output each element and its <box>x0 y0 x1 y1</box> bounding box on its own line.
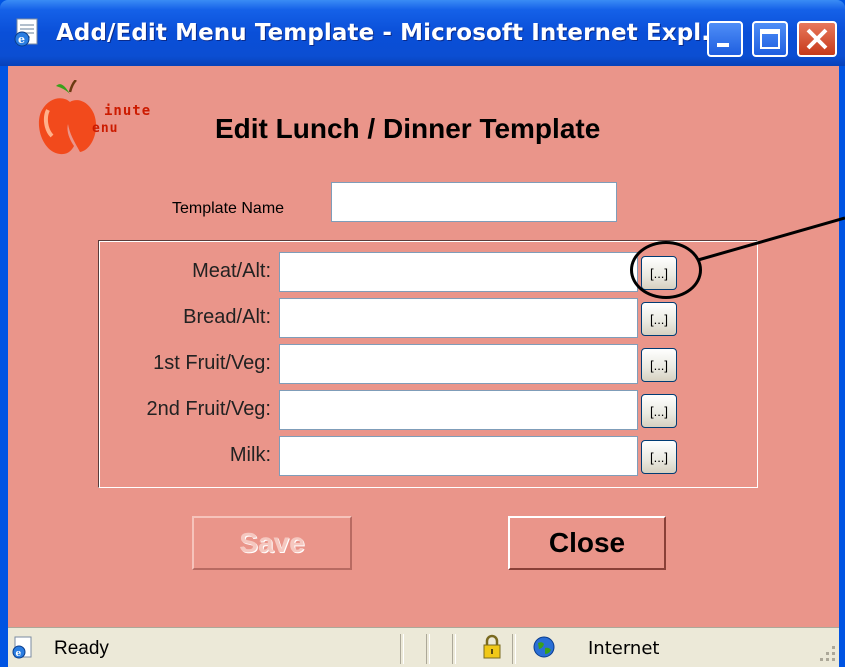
svg-text:e: e <box>16 649 22 659</box>
status-separator <box>512 634 516 664</box>
callout-pointer-line <box>697 216 845 262</box>
status-separator <box>426 634 430 664</box>
lock-icon <box>483 634 501 659</box>
resize-grip-icon[interactable] <box>816 642 838 664</box>
status-separator <box>400 634 404 664</box>
status-bar: e Ready Internet <box>8 627 839 667</box>
status-text: Ready <box>54 638 109 659</box>
browser-window: e Add/Edit Menu Template - Microsoft Int… <box>0 0 845 667</box>
internet-zone-icon <box>533 636 555 658</box>
security-zone-text: Internet <box>588 638 660 659</box>
page-status-icon: e <box>12 636 32 659</box>
status-separator <box>452 634 456 664</box>
